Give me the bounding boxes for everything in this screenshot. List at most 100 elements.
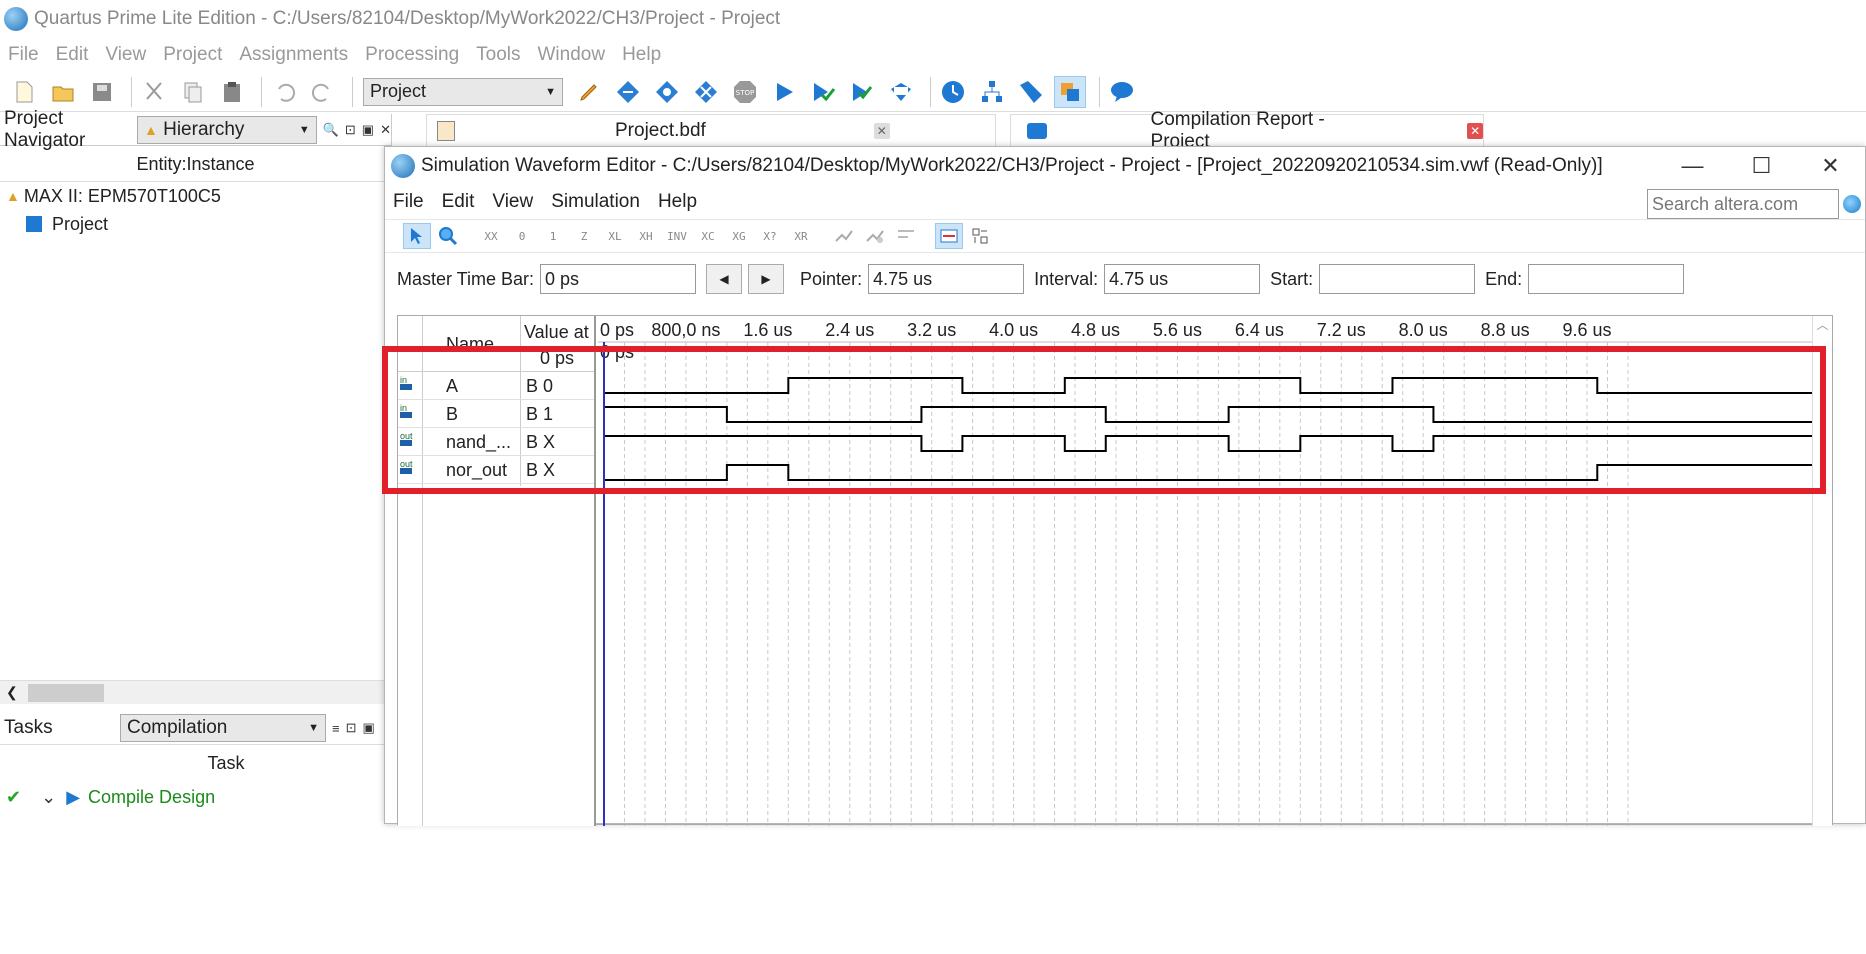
netlist-viewer-icon[interactable] xyxy=(976,76,1008,108)
menu-edit[interactable]: Edit xyxy=(56,44,89,66)
hierarchy-dropdown[interactable]: ▲ Hierarchy ▼ xyxy=(136,115,317,144)
analysis-synthesis-icon[interactable] xyxy=(612,76,644,108)
maximize-icon[interactable]: ☐ xyxy=(1727,147,1796,185)
scroll-up-icon[interactable]: ︿ xyxy=(1816,318,1828,332)
search-input[interactable]: Search altera.com xyxy=(1647,189,1839,219)
grid-settings-icon[interactable] xyxy=(966,223,994,249)
tab-project-bdf[interactable]: Project.bdf ✕ xyxy=(426,114,996,146)
horizontal-scrollbar[interactable]: ❮ xyxy=(0,680,392,704)
end-label: End: xyxy=(1485,268,1523,289)
chip-planner-icon[interactable] xyxy=(1054,75,1086,108)
sim-menu-file[interactable]: File xyxy=(393,191,424,213)
sim-menu-simulation[interactable]: Simulation xyxy=(551,191,640,213)
timing-simulation-icon[interactable] xyxy=(861,223,889,249)
next-transition-button[interactable]: ▶ xyxy=(748,264,785,294)
scroll-left-icon[interactable]: ❮ xyxy=(6,684,18,701)
search-icon[interactable]: 🔍 xyxy=(323,122,339,138)
undo-icon[interactable] xyxy=(268,76,300,108)
forcing-unknown-icon[interactable]: XX xyxy=(477,223,505,249)
run-triangle-icon[interactable]: ▶ xyxy=(66,787,80,808)
count-value-icon[interactable]: XC xyxy=(694,223,722,249)
close-icon[interactable]: ✕ xyxy=(1467,122,1483,139)
globe-icon[interactable] xyxy=(1843,195,1861,213)
stop-icon[interactable]: STOP xyxy=(729,76,761,108)
save-icon[interactable] xyxy=(86,76,118,108)
menu-window[interactable]: Window xyxy=(538,44,606,66)
cut-icon[interactable] xyxy=(138,76,170,108)
device-row[interactable]: ▲ MAX II: EPM570T100C5 xyxy=(0,182,391,210)
open-folder-icon[interactable] xyxy=(47,76,79,108)
close-icon[interactable]: ✕ xyxy=(380,122,391,138)
pointer-input[interactable]: 4.75 us xyxy=(868,264,1025,294)
waveform-chart[interactable]: 0 ps 800,0 ns 1.6 us 2.4 us 3.2 us 4.0 us 4.8 … xyxy=(598,316,1814,826)
bdf-file-icon xyxy=(26,216,42,232)
analysis-elaboration-icon[interactable] xyxy=(807,76,839,108)
list-icon[interactable]: ≡ xyxy=(332,721,340,736)
timing-analyzer-icon[interactable] xyxy=(937,76,969,108)
pin-icon[interactable]: ⊡ xyxy=(346,720,357,736)
paste-icon[interactable] xyxy=(216,76,248,108)
minimize-icon[interactable]: — xyxy=(1658,147,1727,185)
arbitrary-value-icon[interactable]: XR xyxy=(787,223,815,249)
project-select[interactable]: Project ▼ xyxy=(363,77,563,106)
expand-chevron-icon[interactable]: ⌄ xyxy=(41,787,56,808)
sim-menu-view[interactable]: View xyxy=(492,191,533,213)
invert-icon[interactable]: INV xyxy=(663,223,691,249)
pencil-icon[interactable] xyxy=(573,76,605,108)
overwrite-clock-icon[interactable]: XG xyxy=(725,223,753,249)
project-tree-row[interactable]: Project xyxy=(0,210,391,238)
scrollbar-thumb[interactable] xyxy=(28,684,104,702)
sim-menu-edit[interactable]: Edit xyxy=(442,191,475,213)
random-values-icon[interactable]: X? xyxy=(756,223,784,249)
netlist-generation-icon[interactable] xyxy=(892,223,920,249)
zoom-tool-icon[interactable] xyxy=(434,223,462,249)
weak-low-icon[interactable]: XL xyxy=(601,223,629,249)
float-icon[interactable]: ▣ xyxy=(363,720,375,736)
copy-icon[interactable] xyxy=(177,76,209,108)
signal-row[interactable]: in A B 0 xyxy=(398,372,594,400)
snap-to-grid-icon[interactable] xyxy=(935,223,963,249)
menu-processing[interactable]: Processing xyxy=(365,44,459,66)
start-compilation-icon[interactable] xyxy=(768,76,800,108)
float-icon[interactable]: ▣ xyxy=(362,122,374,138)
signal-row[interactable]: in B B 1 xyxy=(398,400,594,428)
menu-file[interactable]: File xyxy=(8,44,39,66)
compile-design-row[interactable]: ✔ ⌄ ▶ Compile Design xyxy=(0,782,392,812)
close-icon[interactable]: ✕ xyxy=(1796,147,1865,185)
time-tick-label: 4.8 us xyxy=(1071,320,1120,340)
previous-transition-button[interactable]: ◀ xyxy=(706,264,743,294)
redo-icon[interactable] xyxy=(307,76,339,108)
signal-row[interactable]: out nor_out B X xyxy=(398,456,594,484)
functional-simulation-icon[interactable] xyxy=(830,223,858,249)
weak-high-icon[interactable]: XH xyxy=(632,223,660,249)
programmer-icon[interactable] xyxy=(1015,76,1047,108)
tab-compilation-report[interactable]: Compilation Report - Project ✕ xyxy=(1010,109,1484,152)
master-time-input[interactable]: 0 ps xyxy=(540,264,697,294)
help-speech-icon[interactable] xyxy=(1106,76,1138,108)
selection-tool-icon[interactable] xyxy=(403,223,431,249)
timing-analyzer-check-icon[interactable] xyxy=(846,76,878,108)
close-icon[interactable]: ✕ xyxy=(873,122,890,139)
left-panel: Project Navigator ▲ Hierarchy ▼ 🔍 ⊡ ▣ ✕ … xyxy=(0,108,392,824)
pin-icon[interactable]: ⊡ xyxy=(345,122,356,138)
tasks-dropdown[interactable]: Compilation ▼ xyxy=(120,714,326,742)
start-input[interactable] xyxy=(1319,264,1476,294)
interval-input[interactable]: 4.75 us xyxy=(1104,264,1261,294)
fitter-icon[interactable] xyxy=(651,76,683,108)
vertical-scrollbar[interactable]: ︿ xyxy=(1812,316,1832,826)
pin-planner-icon[interactable] xyxy=(690,76,722,108)
high-impedance-icon[interactable]: Z xyxy=(570,223,598,249)
end-input[interactable] xyxy=(1528,264,1685,294)
compilation-report-icon[interactable] xyxy=(885,76,917,108)
menu-help[interactable]: Help xyxy=(622,44,661,66)
menu-project[interactable]: Project xyxy=(163,44,222,66)
sim-menu-help[interactable]: Help xyxy=(658,191,697,213)
forcing-high-icon[interactable]: 1 xyxy=(539,223,567,249)
menu-tools[interactable]: Tools xyxy=(476,44,520,66)
signal-row[interactable]: out nand_... B X xyxy=(398,428,594,456)
menu-assignments[interactable]: Assignments xyxy=(239,44,348,66)
signal-value: B X xyxy=(526,432,556,452)
menu-view[interactable]: View xyxy=(105,44,146,66)
forcing-low-icon[interactable]: 0 xyxy=(508,223,536,249)
new-file-icon[interactable] xyxy=(8,76,40,108)
